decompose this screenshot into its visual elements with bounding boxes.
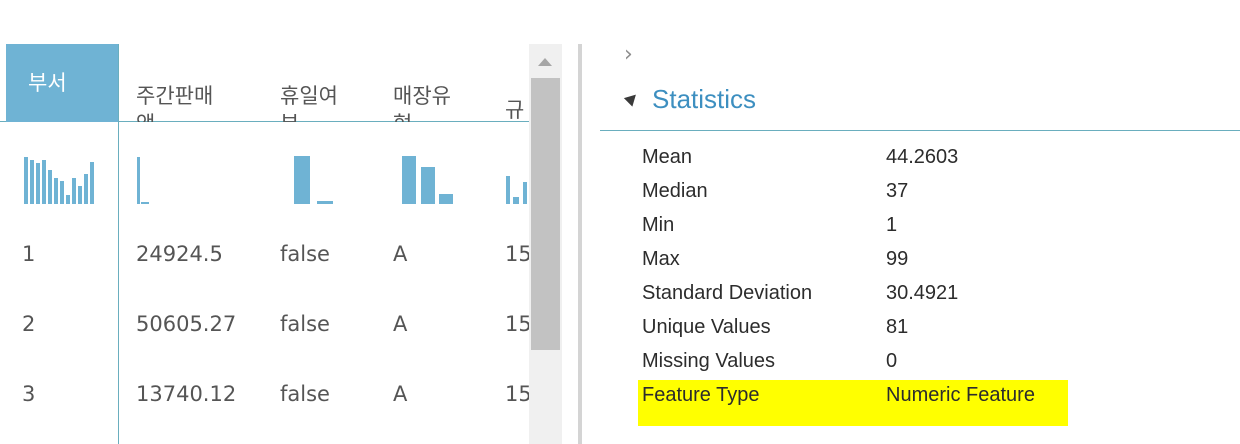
chevron-right-icon[interactable]: › bbox=[624, 42, 633, 67]
stat-row-median: Median 37 bbox=[642, 176, 1232, 210]
table-cell: 24924.5 bbox=[136, 242, 223, 266]
scroll-up-arrow-icon[interactable] bbox=[538, 58, 552, 66]
histogram-bar bbox=[36, 163, 40, 204]
table-cell: A bbox=[393, 382, 408, 406]
table-cell: 3 bbox=[22, 382, 36, 406]
column-header-selected[interactable]: 부서 bbox=[6, 44, 118, 122]
column-histogram[interactable] bbox=[506, 140, 529, 204]
data-grid: 부서 주간판매 액 휴일여 부 매장유 형 규 bbox=[0, 0, 562, 444]
histogram-bar bbox=[506, 176, 510, 204]
stat-value: 99 bbox=[886, 248, 909, 270]
column-separator bbox=[118, 44, 119, 444]
histogram-bar bbox=[72, 178, 76, 204]
table-cell: A bbox=[393, 312, 408, 336]
section-divider bbox=[600, 130, 1240, 131]
stat-row-min: Min 1 bbox=[642, 210, 1232, 244]
histogram-bar bbox=[421, 167, 435, 204]
histogram-bar bbox=[402, 156, 416, 204]
histogram-bar bbox=[84, 174, 88, 204]
column-header-label: 휴일여 부 bbox=[280, 84, 338, 122]
histogram-bar bbox=[141, 202, 149, 204]
stat-row-feature-type: Feature Type Numeric Feature bbox=[642, 380, 1232, 414]
scrollbar-thumb[interactable] bbox=[531, 78, 560, 350]
table-cell: false bbox=[280, 242, 330, 266]
stat-label: Standard Deviation bbox=[642, 282, 813, 304]
histogram-bar bbox=[30, 160, 34, 204]
triangle-collapse-icon[interactable] bbox=[623, 90, 641, 107]
table-cell: 15 bbox=[505, 312, 532, 336]
column-header-label: 매장유 형 bbox=[393, 84, 451, 122]
column-header-label: 규 bbox=[505, 98, 525, 122]
stat-row-max: Max 99 bbox=[642, 244, 1232, 278]
stat-value: 81 bbox=[886, 316, 909, 338]
stat-value: Numeric Feature bbox=[886, 384, 1035, 406]
stat-label: Max bbox=[642, 248, 680, 270]
column-histogram[interactable] bbox=[402, 140, 454, 204]
stat-value: 1 bbox=[886, 214, 898, 236]
stat-label: Unique Values bbox=[642, 316, 771, 338]
vertical-scrollbar[interactable] bbox=[529, 44, 562, 444]
column-header[interactable]: 휴일여 부 bbox=[280, 44, 380, 122]
histogram-bar bbox=[66, 195, 70, 204]
stat-label: Mean bbox=[642, 146, 693, 168]
histogram-bar bbox=[24, 157, 28, 204]
column-histogram[interactable] bbox=[294, 140, 334, 204]
table-cell: 1 bbox=[22, 242, 36, 266]
table-cell: 15 bbox=[505, 382, 532, 406]
histogram-bar bbox=[294, 156, 310, 204]
histogram-bar bbox=[317, 201, 333, 204]
column-header[interactable]: 규 bbox=[505, 44, 529, 122]
table-cell: A bbox=[393, 242, 408, 266]
table-cell: false bbox=[280, 312, 330, 336]
stat-label: Min bbox=[642, 214, 675, 236]
stat-label: Missing Values bbox=[642, 350, 776, 372]
stat-row-standard-deviation: Standard Deviation 30.4921 bbox=[642, 278, 1232, 312]
histogram-bar bbox=[523, 182, 527, 204]
histogram-bar bbox=[48, 170, 52, 204]
column-histogram[interactable] bbox=[24, 140, 94, 204]
column-header[interactable]: 매장유 형 bbox=[393, 44, 493, 122]
stat-value: 0 bbox=[886, 350, 898, 372]
column-header[interactable]: 주간판매 액 bbox=[136, 44, 256, 122]
histogram-bar bbox=[439, 194, 453, 204]
stat-value: 30.4921 bbox=[886, 282, 959, 304]
histogram-bar bbox=[90, 162, 94, 204]
statistics-section-title[interactable]: Statistics bbox=[652, 82, 756, 116]
histogram-bar bbox=[54, 178, 58, 204]
table-cell: 2 bbox=[22, 312, 36, 336]
panel-splitter[interactable] bbox=[578, 44, 582, 444]
table-cell: 50605.27 bbox=[136, 312, 237, 336]
histogram-bar bbox=[78, 186, 82, 204]
column-histogram[interactable] bbox=[137, 140, 153, 204]
table-cell: false bbox=[280, 382, 330, 406]
histogram-bar bbox=[513, 197, 519, 204]
stat-row-unique-values: Unique Values 81 bbox=[642, 312, 1232, 346]
histogram-bar bbox=[137, 157, 140, 204]
table-cell: 15 bbox=[505, 242, 532, 266]
column-header-label: 주간판매 액 bbox=[136, 84, 214, 122]
stat-value: 37 bbox=[886, 180, 909, 202]
histogram-bar bbox=[42, 160, 46, 204]
stat-label: Median bbox=[642, 180, 708, 202]
stat-label: Feature Type bbox=[642, 384, 760, 406]
histogram-bar bbox=[60, 181, 64, 204]
stat-row-missing-values: Missing Values 0 bbox=[642, 346, 1232, 380]
table-cell: 13740.12 bbox=[136, 382, 237, 406]
column-header-label: 부서 bbox=[28, 71, 67, 95]
stat-value: 44.2603 bbox=[886, 146, 959, 168]
stat-row-mean: Mean 44.2603 bbox=[642, 142, 1232, 176]
